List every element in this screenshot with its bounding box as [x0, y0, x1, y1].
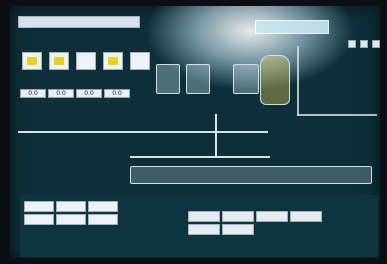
equipment-tile[interactable]	[49, 52, 69, 70]
silo-icon	[186, 64, 210, 94]
process-strip	[130, 166, 372, 184]
panel-button[interactable]	[56, 201, 86, 212]
equipment-tile[interactable]	[130, 52, 150, 70]
pipe-line	[297, 46, 299, 116]
pipe-line	[215, 114, 217, 156]
silo-icon	[156, 64, 180, 94]
hopper-icon	[260, 55, 290, 105]
pipe-line	[297, 114, 377, 116]
silo-icon	[233, 64, 259, 94]
status-led-icon	[360, 40, 368, 48]
panel-button[interactable]	[222, 211, 254, 222]
pipe-line	[18, 131, 268, 133]
panel-button[interactable]	[24, 214, 54, 225]
hmi-screen: 0.0 0.0 0.0 0.0	[10, 6, 380, 258]
status-led-icon	[372, 40, 380, 48]
panel-button[interactable]	[56, 214, 86, 225]
panel-button[interactable]	[188, 211, 220, 222]
value-pill: 0.0	[20, 89, 46, 98]
title-box	[255, 20, 329, 34]
panel-button[interactable]	[256, 211, 288, 222]
value-pill: 0.0	[48, 89, 74, 98]
status-led-icon	[348, 40, 356, 48]
panel-button[interactable]	[222, 224, 254, 235]
header-strip	[18, 16, 140, 28]
equipment-tile[interactable]	[22, 52, 42, 70]
pipe-line	[130, 156, 270, 158]
panel-button[interactable]	[188, 224, 220, 235]
equipment-tile[interactable]	[76, 52, 96, 70]
value-pill: 0.0	[104, 89, 130, 98]
value-pill: 0.0	[76, 89, 102, 98]
equipment-tile[interactable]	[103, 52, 123, 70]
monitor-bezel: 0.0 0.0 0.0 0.0	[0, 0, 387, 264]
panel-button[interactable]	[88, 201, 118, 212]
panel-button[interactable]	[88, 214, 118, 225]
panel-button[interactable]	[290, 211, 322, 222]
panel-button[interactable]	[24, 201, 54, 212]
